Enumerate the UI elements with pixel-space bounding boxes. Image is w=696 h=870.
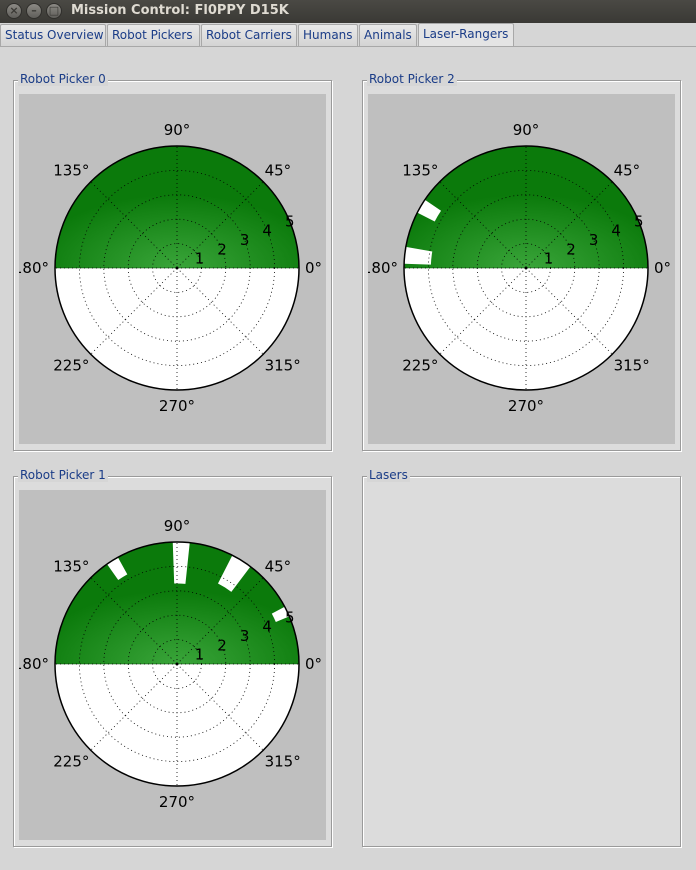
angle-tick-label: 90° (164, 517, 191, 535)
polar-plot-picker-1: 0° 45° 90° 135° 180° 225° 270° 315° 12345 (19, 517, 322, 811)
angle-tick-label: 0° (654, 259, 671, 277)
plot-robot-picker-1: 0° 45° 90° 135° 180° 225° 270° 315° 12345 (19, 490, 326, 840)
panel-title-robot-picker-0: Robot Picker 0 (18, 72, 108, 86)
window-titlebar: × – □ Mission Control: Fl0PPY D15K (0, 0, 696, 23)
angle-tick-label: 315° (265, 753, 301, 771)
angle-tick-label: 90° (164, 121, 191, 139)
polar-plot-picker-0: 0° 45° 90° 135° 180° 225° 270° 315° 12345 (19, 121, 322, 415)
angle-tick-label: 225° (402, 357, 438, 375)
angle-tick-label: 135° (53, 161, 89, 179)
tab-status-overview[interactable]: Status Overview (0, 24, 106, 46)
angle-tick-label: 315° (265, 357, 301, 375)
angle-tick-label: 270° (159, 793, 195, 811)
radial-tick-label: 1 (195, 250, 205, 268)
angle-tick-label: 90° (513, 121, 540, 139)
radial-tick-label: 3 (240, 627, 250, 645)
close-icon: × (9, 4, 19, 17)
tab-humans[interactable]: Humans (298, 24, 358, 46)
angle-tick-label: 315° (614, 357, 650, 375)
tab-laser-rangers[interactable]: Laser-Rangers (418, 23, 514, 46)
angle-tick-label: 180° (19, 259, 49, 277)
close-window-button[interactable]: × (6, 3, 22, 19)
radial-tick-label: 1 (195, 646, 205, 664)
angle-tick-label: 270° (159, 397, 195, 415)
angle-tick-label: 0° (305, 259, 322, 277)
panel-lasers (362, 476, 681, 847)
angle-tick-label: 225° (53, 753, 89, 771)
maximize-icon: □ (48, 4, 60, 17)
panel-title-robot-picker-2: Robot Picker 2 (367, 72, 457, 86)
radial-tick-label: 2 (566, 240, 576, 258)
angle-tick-label: 270° (508, 397, 544, 415)
radial-tick-label: 5 (285, 608, 295, 626)
angle-tick-label: 180° (368, 259, 398, 277)
origin-marker (524, 266, 528, 270)
maximize-window-button[interactable]: □ (46, 3, 62, 19)
radial-tick-label: 5 (285, 212, 295, 230)
tab-robot-pickers[interactable]: Robot Pickers (107, 24, 200, 46)
tab-bar: Status Overview Robot Pickers Robot Carr… (0, 23, 696, 47)
angle-tick-label: 225° (53, 357, 89, 375)
radial-tick-label: 4 (262, 222, 272, 240)
window-title: Mission Control: Fl0PPY D15K (71, 3, 289, 18)
angle-tick-label: 135° (53, 557, 89, 575)
angle-tick-label: 45° (614, 161, 641, 179)
angle-tick-label: 45° (265, 161, 292, 179)
tab-animals[interactable]: Animals (359, 24, 417, 46)
radial-tick-label: 4 (611, 222, 621, 240)
radial-tick-label: 2 (217, 636, 227, 654)
radial-tick-label: 4 (262, 618, 272, 636)
angle-tick-label: 0° (305, 655, 322, 673)
minimize-window-button[interactable]: – (26, 3, 42, 19)
panel-title-lasers: Lasers (367, 468, 410, 482)
angle-tick-label: 135° (402, 161, 438, 179)
minimize-icon: – (31, 4, 37, 17)
radial-tick-label: 3 (240, 231, 250, 249)
angle-tick-label: 45° (265, 557, 292, 575)
origin-marker (175, 662, 179, 666)
angle-tick-label: 180° (19, 655, 49, 673)
tab-robot-carriers[interactable]: Robot Carriers (201, 24, 297, 46)
radial-tick-label: 2 (217, 240, 227, 258)
panel-title-robot-picker-1: Robot Picker 1 (18, 468, 108, 482)
radial-tick-label: 3 (589, 231, 599, 249)
plot-robot-picker-0: 0° 45° 90° 135° 180° 225° 270° 315° 12345 (19, 94, 326, 444)
radial-tick-label: 5 (634, 212, 644, 230)
plot-robot-picker-2: 0° 45° 90° 135° 180° 225° 270° 315° 12345 (368, 94, 675, 444)
radial-tick-label: 1 (544, 250, 554, 268)
origin-marker (175, 266, 179, 270)
polar-plot-picker-2: 0° 45° 90° 135° 180° 225° 270° 315° 12345 (368, 121, 671, 415)
